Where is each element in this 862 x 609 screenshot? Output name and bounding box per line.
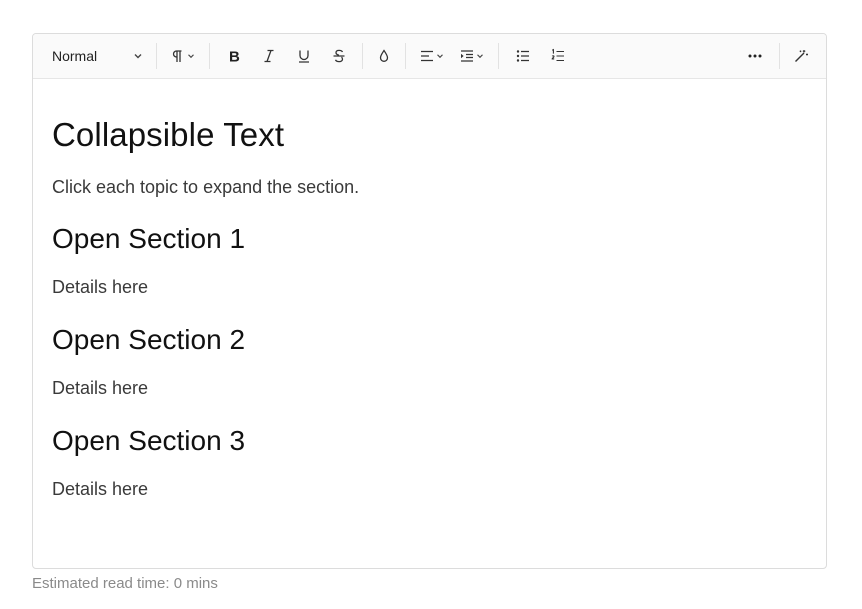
more-horizontal-icon (747, 48, 763, 64)
chevron-down-icon (132, 50, 144, 62)
read-time-label: Estimated read time: 0 mins (32, 575, 218, 592)
toolbar-divider (362, 43, 363, 69)
toolbar-divider (779, 43, 780, 69)
align-button[interactable] (412, 41, 452, 71)
indent-icon (459, 48, 475, 64)
align-left-icon (419, 48, 435, 64)
strikethrough-button[interactable] (321, 41, 356, 71)
editor-toolbar: Normal B (33, 34, 826, 79)
magic-wand-icon (793, 48, 809, 64)
more-options-button[interactable] (737, 41, 773, 71)
bold-icon: B (226, 48, 242, 65)
section-body: Details here (52, 276, 149, 297)
section-heading[interactable]: Open Section 3 (52, 424, 806, 458)
ai-assist-button[interactable] (786, 41, 816, 71)
chevron-down-icon (186, 51, 196, 61)
rich-text-editor: Normal B Collapsible Text Click each top… (32, 33, 827, 569)
pilcrow-icon (170, 48, 186, 64)
strikethrough-icon (331, 48, 347, 64)
section-body: Details here (52, 377, 149, 398)
numbered-list-icon (550, 48, 566, 64)
toolbar-divider (498, 43, 499, 69)
block-type-label: Normal (52, 48, 98, 64)
block-type-select[interactable]: Normal (45, 41, 150, 71)
chevron-down-icon (475, 51, 485, 61)
numbered-list-button[interactable] (540, 41, 575, 71)
droplet-icon (376, 48, 392, 64)
indent-button[interactable] (452, 41, 492, 71)
editor-content[interactable]: Collapsible Text Click each topic to exp… (33, 79, 826, 501)
italic-icon (261, 48, 277, 64)
section-body: Details here (52, 478, 149, 499)
bulleted-list-button[interactable] (505, 41, 540, 71)
section-heading[interactable]: Open Section 1 (52, 222, 806, 256)
chevron-down-icon (435, 51, 445, 61)
section-heading[interactable]: Open Section 2 (52, 323, 806, 357)
bold-button[interactable]: B (216, 41, 251, 71)
toolbar-divider (405, 43, 406, 69)
italic-button[interactable] (251, 41, 286, 71)
document-title: Collapsible Text (52, 116, 285, 153)
intro-paragraph: Click each topic to expand the section. (52, 176, 360, 197)
text-color-button[interactable] (369, 41, 399, 71)
toolbar-divider (209, 43, 210, 69)
underline-icon (296, 48, 312, 64)
toolbar-divider (156, 43, 157, 69)
underline-button[interactable] (286, 41, 321, 71)
bulleted-list-icon (515, 48, 531, 64)
svg-text:B: B (229, 49, 240, 65)
paragraph-format-button[interactable] (163, 41, 203, 71)
